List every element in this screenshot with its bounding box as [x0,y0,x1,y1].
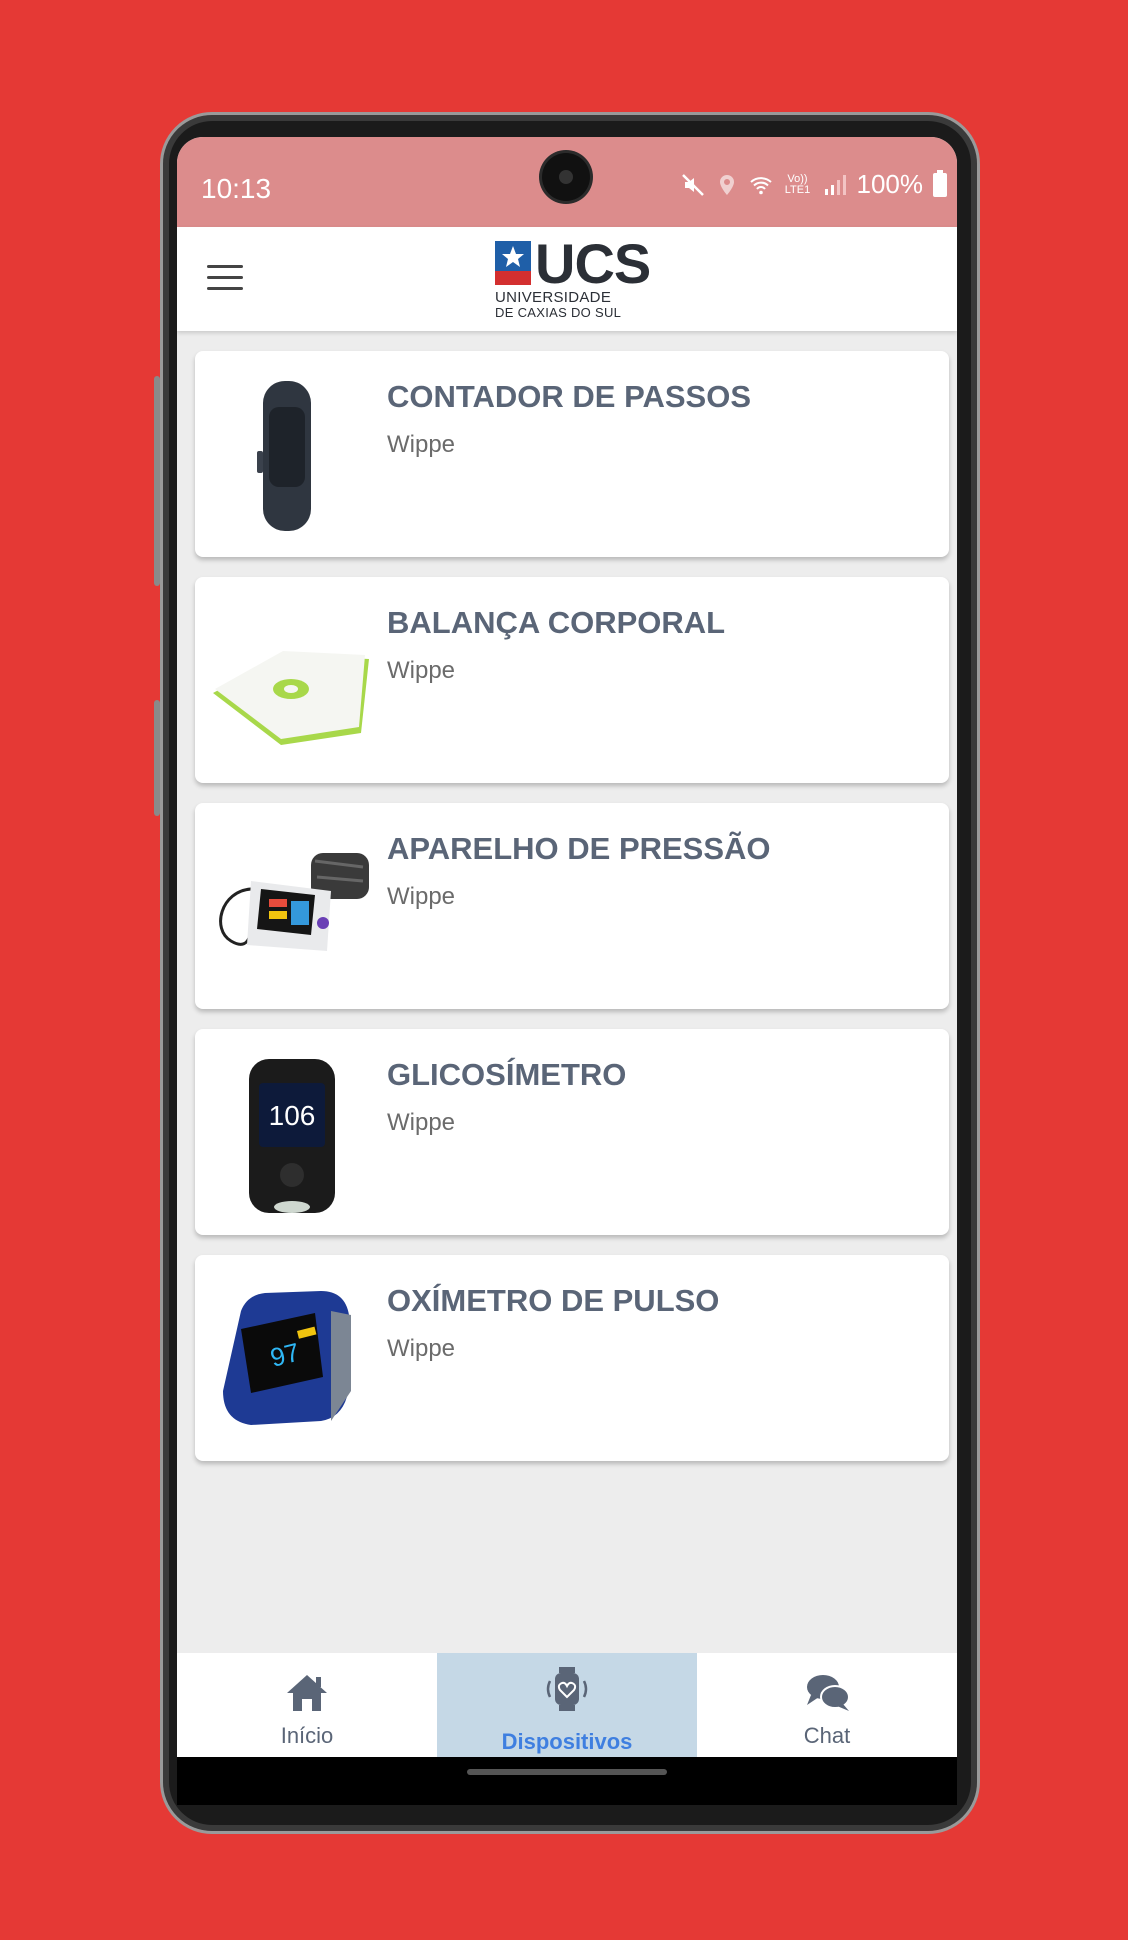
device-card-glicosimetro[interactable]: 106 GLICOSÍMETRO Wippe [195,1029,949,1235]
battery-icon [933,169,947,197]
wifi-icon [749,176,772,194]
tab-dispositivos[interactable]: Dispositivos [437,1653,697,1757]
lte-indicator: Vo)) LTE1 [784,172,811,196]
device-list: CONTADOR DE PASSOS Wippe BALANÇA CORPORA… [195,351,949,1481]
device-title: BALANÇA CORPORAL [387,605,726,640]
signal-icon [824,174,846,195]
bottom-navigation: Início Dispositivos Chat [177,1653,957,1757]
tab-label: Chat [803,1723,851,1748]
fitness-band-icon [257,381,311,531]
device-card-aparelho-de-pressao[interactable]: APARELHO DE PRESSÃO Wippe [195,803,949,1009]
battery-percent: 100% [856,169,924,199]
device-subtitle: Wippe [387,883,456,910]
app-header: UCS UNIVERSIDADE DE CAXIAS DO SUL [177,227,957,331]
tab-inicio[interactable]: Início [177,1653,437,1757]
logo-text: UCS [535,232,651,295]
bixby-button [154,700,160,816]
logo-subtitle-2: DE CAXIAS DO SUL [495,305,622,320]
app-screen: 10:13 Vo)) LTE1 100% UCS UNIVERSIDADE DE… [177,137,957,1757]
hamburger-icon [207,265,243,268]
device-card-contador-de-passos[interactable]: CONTADOR DE PASSOS Wippe [195,351,949,557]
pulse-oximeter-icon: 97 [223,1291,351,1425]
home-icon [287,1675,327,1711]
tab-label: Início [280,1723,334,1748]
device-subtitle: Wippe [387,1335,456,1362]
device-subtitle: Wippe [387,657,456,684]
blood-pressure-monitor-icon [219,853,369,951]
device-title: APARELHO DE PRESSÃO [387,831,771,866]
menu-button[interactable] [207,265,243,293]
logo-subtitle-1: UNIVERSIDADE [495,289,612,306]
system-nav-bar [177,1757,957,1805]
device-title: CONTADOR DE PASSOS [387,379,751,414]
status-bar: 10:13 Vo)) LTE1 100% [177,137,957,227]
tab-label: Dispositivos [501,1729,633,1754]
tab-chat[interactable]: Chat [697,1653,957,1757]
chat-bubbles-icon [807,1675,850,1711]
device-title: OXÍMETRO DE PULSO [387,1283,720,1318]
body-scale-icon [213,651,369,745]
device-subtitle: Wippe [387,1109,456,1136]
front-camera [542,153,590,201]
status-time: 10:13 [201,173,272,204]
device-title: GLICOSÍMETRO [387,1057,627,1092]
smartwatch-heart-icon [546,1667,588,1711]
device-subtitle: Wippe [387,431,456,458]
ucs-logo: UCS UNIVERSIDADE DE CAXIAS DO SUL [495,232,655,320]
device-card-oximetro-de-pulso[interactable]: 97 OXÍMETRO DE PULSO Wippe [195,1255,949,1461]
location-icon [719,174,734,195]
mute-icon [681,173,704,196]
device-card-balanca-corporal[interactable]: BALANÇA CORPORAL Wippe [195,577,949,783]
glucometer-icon: 106 [249,1059,335,1213]
home-gesture-pill[interactable] [467,1769,667,1775]
svg-text:106: 106 [269,1100,316,1131]
status-icons: Vo)) LTE1 100% [681,169,947,200]
volume-button [154,376,160,586]
ucs-flag-icon [495,241,531,285]
